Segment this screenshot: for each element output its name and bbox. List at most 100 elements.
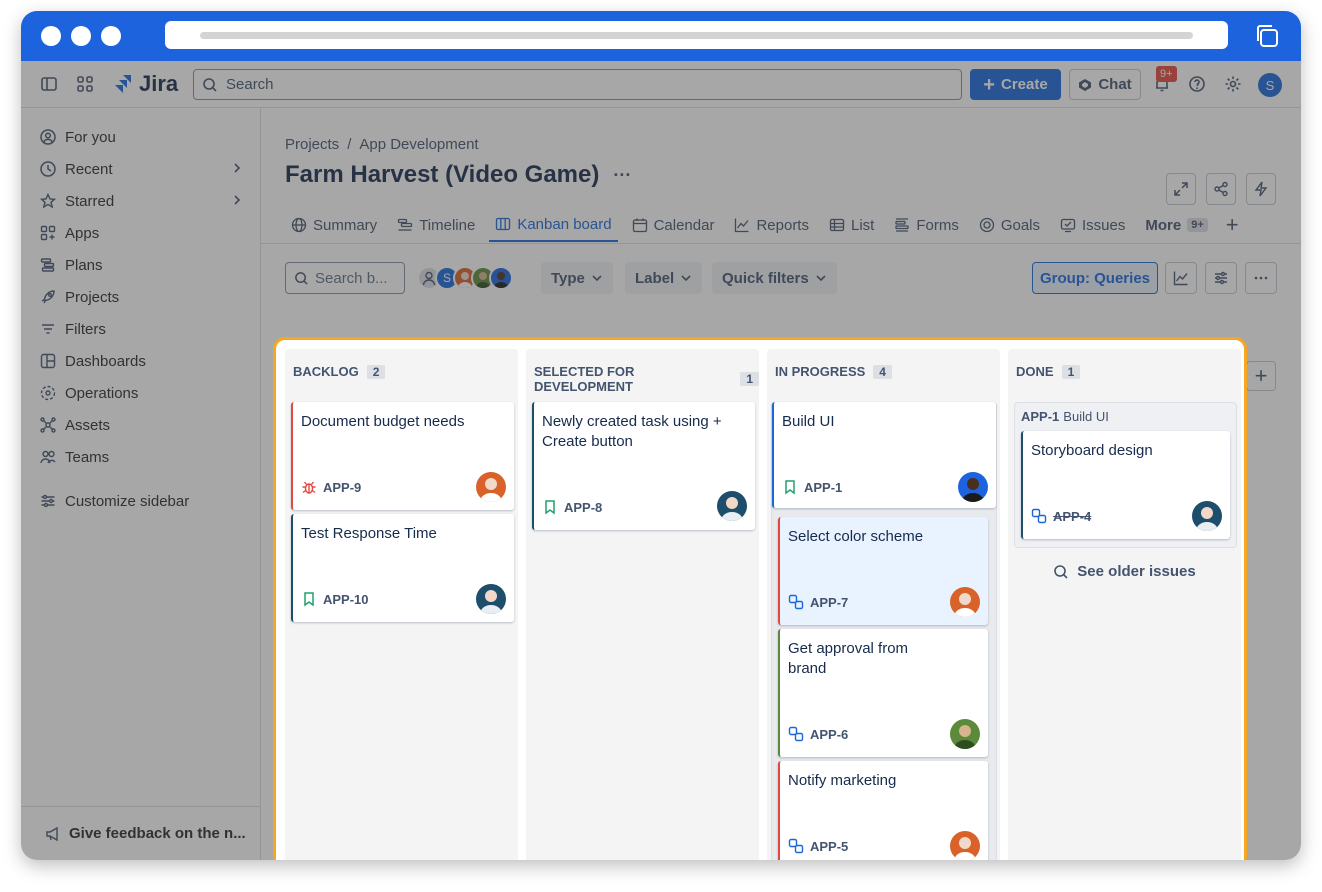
chat-button[interactable]: Chat <box>1069 69 1141 100</box>
assignee-avatar[interactable] <box>950 587 980 617</box>
sidebar-customize[interactable]: Customize sidebar <box>39 487 243 515</box>
issue-card-app-5[interactable]: Notify marketing APP-5 <box>778 761 988 860</box>
breadcrumb-app-development[interactable]: App Development <box>359 136 478 153</box>
group-by-button[interactable]: Group: Queries <box>1032 262 1158 294</box>
app-switcher-icon[interactable] <box>74 73 96 95</box>
assignee-avatar[interactable] <box>950 719 980 749</box>
subtask-icon <box>788 838 804 854</box>
tab-issues[interactable]: Issues <box>1054 208 1131 242</box>
issue-key: APP-1 <box>804 479 843 495</box>
feedback-button[interactable]: Give feedback on the n... <box>21 806 261 860</box>
top-navigation: Jira Search + Create Chat 9+ S <box>21 61 1301 108</box>
settings-gear-icon[interactable] <box>1222 73 1244 95</box>
tab-label: Calendar <box>653 216 715 234</box>
view-settings-button[interactable] <box>1205 262 1237 294</box>
issue-card-app-6[interactable]: Get approval from brand APP-6 <box>778 629 988 757</box>
type-filter-dropdown[interactable]: Type <box>541 262 613 294</box>
subtask-icon <box>788 594 804 610</box>
tab-forms[interactable]: Forms <box>888 208 965 242</box>
fullscreen-button[interactable] <box>1166 173 1196 205</box>
sidebar-toggle-icon[interactable] <box>38 73 60 95</box>
profile-avatar[interactable]: S <box>1258 73 1282 97</box>
chevron-right-icon[interactable] <box>231 161 243 178</box>
tab-reports[interactable]: Reports <box>728 208 815 242</box>
sidebar-item-filters[interactable]: Filters <box>39 315 243 343</box>
issue-card-app-7[interactable]: Select color scheme APP-7 <box>778 517 988 625</box>
sidebar-item-dashboards[interactable]: Dashboards <box>39 347 243 375</box>
issue-key: APP-7 <box>810 594 849 610</box>
insights-button[interactable] <box>1165 262 1197 294</box>
search-icon <box>295 271 308 285</box>
sidebar-item-starred[interactable]: Starred <box>39 187 243 215</box>
card-key: APP-9 <box>301 479 361 495</box>
tab-kanban-board[interactable]: Kanban board <box>489 208 618 242</box>
quick-filters-dropdown[interactable]: Quick filters <box>712 262 837 294</box>
issue-card-app-4[interactable]: Storyboard design APP-4 <box>1021 431 1230 539</box>
add-column-button[interactable]: + <box>1246 361 1276 391</box>
sidebar-item-apps[interactable]: Apps <box>39 219 243 247</box>
card-title: Build UI <box>782 413 835 430</box>
chevron-right-icon[interactable] <box>231 193 243 210</box>
chart-icon <box>1173 271 1188 286</box>
tab-list[interactable]: List <box>823 208 880 242</box>
create-button[interactable]: + Create <box>970 69 1061 100</box>
tab-summary[interactable]: Summary <box>285 208 383 242</box>
add-tab-button[interactable]: + <box>1222 208 1243 242</box>
assignee-avatar[interactable] <box>476 472 506 502</box>
issue-key: APP-10 <box>323 591 369 607</box>
assignee-avatar[interactable] <box>950 831 980 860</box>
share-button[interactable] <box>1206 173 1236 205</box>
chat-label: Chat <box>1098 76 1132 93</box>
column-done: DONE 1 APP-1 Build UI Storyboard design … <box>1008 349 1241 860</box>
sidebar-item-assets[interactable]: Assets <box>39 411 243 439</box>
issue-card-app-8[interactable]: Newly created task using + Create button… <box>532 402 755 530</box>
issue-card-app-10[interactable]: Test Response Time APP-10 <box>291 514 514 622</box>
card-key: APP-10 <box>301 591 369 607</box>
breadcrumb-projects[interactable]: Projects <box>285 136 339 153</box>
chevron-down-icon <box>592 275 602 282</box>
sidebar-item-operations[interactable]: Operations <box>39 379 243 407</box>
search-icon <box>203 77 217 92</box>
sidebar-item-recent[interactable]: Recent <box>39 155 243 183</box>
parent-header[interactable]: APP-1 Build UI <box>1021 409 1109 424</box>
window-zoom-dot[interactable] <box>101 26 121 46</box>
jira-logo[interactable]: Jira <box>113 71 178 96</box>
sidebar-item-label: Apps <box>65 224 100 242</box>
user-circle-icon <box>39 128 57 146</box>
tab-calendar[interactable]: Calendar <box>626 208 721 242</box>
sidebar-item-projects[interactable]: Projects <box>39 283 243 311</box>
tabs-overview-icon[interactable] <box>1254 23 1280 49</box>
sidebar-item-teams[interactable]: Teams <box>39 443 243 471</box>
global-search-input[interactable]: Search <box>193 69 962 100</box>
tab-timeline[interactable]: Timeline <box>391 208 481 242</box>
assignee-avatar[interactable] <box>958 472 988 502</box>
tab-label: List <box>850 216 875 234</box>
window-minimize-dot[interactable] <box>71 26 91 46</box>
avatar-blue[interactable] <box>489 266 513 290</box>
title-more-button[interactable]: ··· <box>613 165 631 186</box>
chevron-down-icon <box>816 275 826 282</box>
assignee-avatar[interactable] <box>1192 501 1222 531</box>
tab-more[interactable]: More 9+ <box>1139 208 1213 242</box>
automation-button[interactable] <box>1246 173 1276 205</box>
window-close-dot[interactable] <box>41 26 61 46</box>
assignee-avatar[interactable] <box>717 491 747 521</box>
tab-label: Timeline <box>419 216 476 234</box>
sidebar-item-for-you[interactable]: For you <box>39 123 243 151</box>
address-bar[interactable] <box>165 21 1228 49</box>
see-older-issues-link[interactable]: See older issues <box>1008 563 1241 580</box>
tab-label: Issues <box>1082 216 1126 234</box>
assignee-avatar[interactable] <box>476 584 506 614</box>
tab-goals[interactable]: Goals <box>973 208 1046 242</box>
more-actions-button[interactable] <box>1245 262 1277 294</box>
assignee-avatars: S <box>417 266 513 290</box>
sidebar-item-plans[interactable]: Plans <box>39 251 243 279</box>
help-icon[interactable] <box>1186 73 1208 95</box>
board-search-input[interactable]: Search b... <box>285 262 405 294</box>
lightning-icon <box>1254 181 1268 197</box>
label-filter-dropdown[interactable]: Label <box>625 262 703 294</box>
issue-card-app-1[interactable]: Build UI APP-1 <box>772 402 996 508</box>
clock-icon <box>39 160 57 178</box>
issue-key: APP-4 <box>1053 508 1092 524</box>
issue-card-app-9[interactable]: Document budget needs APP-9 <box>291 402 514 510</box>
